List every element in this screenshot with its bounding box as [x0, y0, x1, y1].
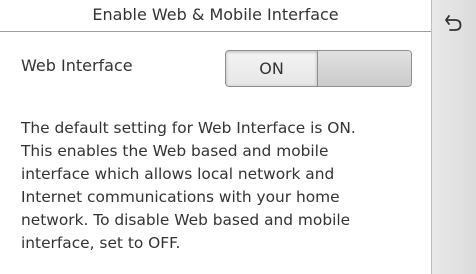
web-interface-toggle[interactable]: ON [225, 50, 412, 87]
back-button[interactable] [432, 0, 476, 46]
settings-panel: Enable Web & Mobile Interface Web Interf… [0, 0, 431, 274]
settings-screen: Enable Web & Mobile Interface Web Interf… [0, 0, 476, 274]
setting-description: The default setting for Web Interface is… [21, 119, 356, 252]
back-arrow-icon [445, 15, 462, 31]
web-interface-setting-row: Web Interface ON [0, 32, 431, 96]
web-interface-label: Web Interface [21, 56, 133, 75]
side-navigation-bar [431, 0, 476, 274]
toggle-on-option[interactable]: ON [226, 51, 318, 86]
page-title: Enable Web & Mobile Interface [0, 0, 431, 32]
toggle-off-option[interactable] [318, 51, 411, 86]
